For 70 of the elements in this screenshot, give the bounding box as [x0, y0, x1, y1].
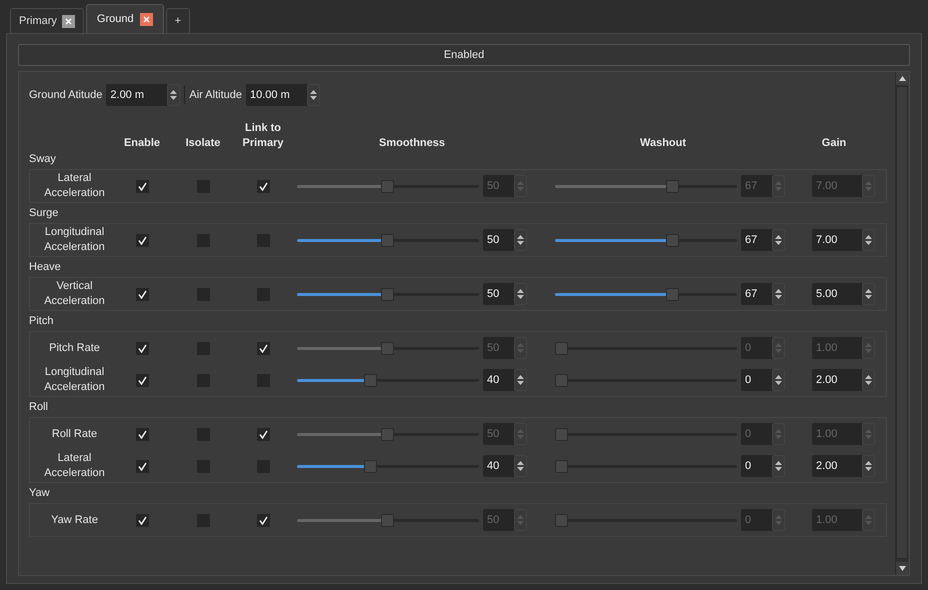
spin-arrows-icon[interactable]: [862, 369, 875, 391]
group-label: Pitch: [29, 314, 54, 329]
slider[interactable]: [555, 460, 737, 472]
slider[interactable]: [297, 460, 479, 472]
close-icon[interactable]: [140, 12, 153, 26]
slider[interactable]: [555, 234, 737, 246]
number-field[interactable]: 5.00: [812, 283, 875, 305]
number-field[interactable]: 2.00: [812, 455, 875, 477]
number-field[interactable]: 0: [741, 369, 785, 391]
row-label: Yaw Rate: [50, 512, 99, 528]
field-label: Air Altitude: [189, 88, 242, 103]
slider[interactable]: [297, 374, 479, 386]
column-header: Link to Primary: [242, 121, 284, 151]
group-label: Sway: [29, 152, 56, 167]
slider[interactable]: [297, 288, 479, 300]
checkbox[interactable]: [136, 288, 148, 300]
spin-arrows-icon[interactable]: [514, 283, 527, 305]
row-label: Pitch Rate: [48, 340, 101, 356]
spin-arrows-icon[interactable]: [772, 455, 785, 477]
tab[interactable]: Primary: [10, 8, 84, 33]
number-field[interactable]: 67: [741, 229, 785, 251]
spin-arrows-icon[interactable]: [862, 229, 875, 251]
number-field[interactable]: 2.00 m: [106, 84, 180, 106]
slider[interactable]: [297, 234, 479, 246]
close-icon[interactable]: [62, 14, 75, 28]
row-label: Longitudinal Acceleration: [43, 365, 106, 395]
group-label: Yaw: [29, 486, 50, 501]
number-field[interactable]: 2.00: [812, 369, 875, 391]
spin-arrows-icon[interactable]: [772, 283, 785, 305]
checkbox[interactable]: [136, 234, 148, 246]
slider[interactable]: [555, 288, 737, 300]
number-field[interactable]: 10.00 m: [246, 84, 320, 106]
group-label: Roll: [29, 400, 48, 415]
row-label: Lateral Acceleration: [43, 171, 106, 201]
column-header: Smoothness: [378, 136, 445, 151]
tab[interactable]: Ground: [86, 4, 164, 33]
field-label: Ground Atitude: [29, 88, 102, 103]
group-label: Heave: [29, 260, 61, 275]
number-field[interactable]: 7.00: [812, 229, 875, 251]
checkbox[interactable]: [136, 460, 148, 472]
enabled-button[interactable]: Enabled: [18, 44, 910, 66]
spin-arrows-icon[interactable]: [862, 283, 875, 305]
number-field[interactable]: 67: [741, 283, 785, 305]
spin-arrows-icon[interactable]: [772, 369, 785, 391]
row-label: Lateral Acceleration: [43, 451, 106, 481]
tab[interactable]: +: [166, 8, 190, 33]
column-header: Enable: [124, 136, 160, 151]
column-header: Washout: [640, 136, 686, 151]
spin-arrows-icon[interactable]: [862, 455, 875, 477]
checkbox[interactable]: [136, 374, 148, 386]
number-field[interactable]: 40: [483, 369, 527, 391]
column-header: Gain: [822, 136, 846, 151]
row-label: Longitudinal Acceleration: [43, 225, 106, 255]
number-field[interactable]: 0: [741, 455, 785, 477]
scroll-down-icon[interactable]: [896, 562, 908, 575]
spin-arrows-icon[interactable]: [514, 455, 527, 477]
number-field[interactable]: 50: [483, 229, 527, 251]
row-label: Roll Rate: [50, 426, 98, 442]
slider[interactable]: [555, 374, 737, 386]
spin-arrows-icon[interactable]: [514, 229, 527, 251]
number-field[interactable]: 50: [483, 283, 527, 305]
number-field[interactable]: 40: [483, 455, 527, 477]
scroll-up-icon[interactable]: [896, 72, 908, 85]
column-header: Isolate: [186, 136, 220, 151]
spin-arrows-icon[interactable]: [772, 229, 785, 251]
spin-arrows-icon[interactable]: [514, 369, 527, 391]
spin-arrows-icon[interactable]: [306, 84, 320, 106]
spin-arrows-icon[interactable]: [167, 84, 180, 106]
group-label: Surge: [29, 206, 58, 221]
row-label: Vertical Acceleration: [43, 279, 106, 309]
